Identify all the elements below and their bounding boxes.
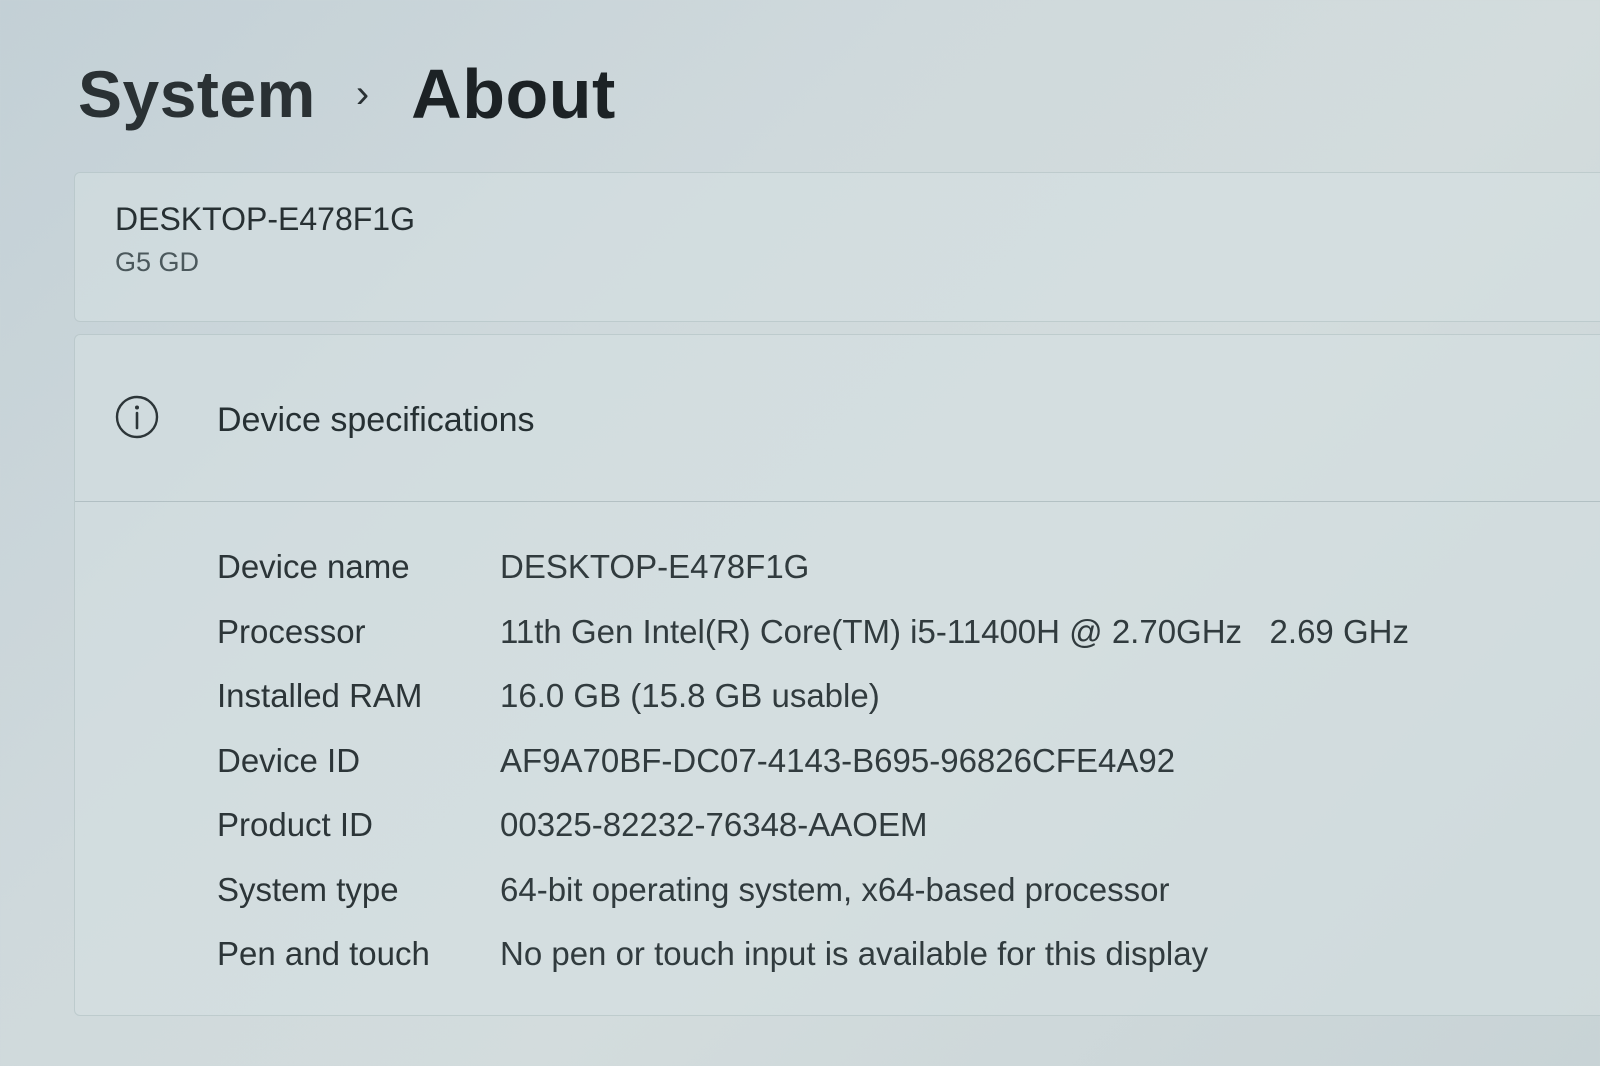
page-title: About	[411, 55, 616, 133]
spec-label: Processor	[217, 612, 366, 650]
spec-value: AF9A70BF-DC07-4143-B695-96826CFE4A92	[500, 741, 1176, 779]
device-specifications-card: Device specifications Device name DESKTO…	[74, 334, 1600, 1016]
spec-label: Product ID	[217, 806, 373, 844]
spec-value: 64-bit operating system, x64-based proce…	[500, 870, 1170, 908]
spec-value: 00325-82232-76348-AAOEM	[500, 806, 928, 844]
spec-label: Pen and touch	[217, 935, 430, 973]
spec-value: 16.0 GB (15.8 GB usable)	[500, 677, 880, 715]
spec-value: No pen or touch input is available for t…	[500, 935, 1209, 973]
breadcrumb: System › About	[78, 52, 616, 136]
spec-value: 11th Gen Intel(R) Core(TM) i5-11400H @ 2…	[500, 612, 1409, 650]
device-model: G5 GD	[115, 247, 200, 277]
spec-row-device-name: Device name DESKTOP-E478F1G	[217, 535, 1409, 600]
device-hostname: DESKTOP-E478F1G	[115, 201, 415, 237]
spec-row-pen-and-touch: Pen and touch No pen or touch input is a…	[217, 922, 1409, 987]
spec-row-device-id: Device ID AF9A70BF-DC07-4143-B695-96826C…	[217, 729, 1409, 794]
breadcrumb-system-link[interactable]: System	[78, 56, 316, 132]
spec-label: System type	[217, 870, 399, 908]
device-specifications-header[interactable]: Device specifications	[75, 335, 1600, 502]
spec-list: Device name DESKTOP-E478F1G Processor 11…	[217, 535, 1409, 987]
spec-row-processor: Processor 11th Gen Intel(R) Core(TM) i5-…	[217, 600, 1409, 665]
spec-label: Installed RAM	[217, 677, 423, 715]
info-circle-icon	[115, 395, 159, 439]
spec-row-installed-ram: Installed RAM 16.0 GB (15.8 GB usable)	[217, 664, 1409, 729]
device-specifications-title: Device specifications	[217, 401, 535, 439]
spec-row-product-id: Product ID 00325-82232-76348-AAOEM	[217, 793, 1409, 858]
spec-value: DESKTOP-E478F1G	[500, 548, 810, 586]
spec-label: Device ID	[217, 741, 361, 779]
device-name-card[interactable]: DESKTOP-E478F1G G5 GD	[74, 172, 1600, 322]
spec-row-system-type: System type 64-bit operating system, x64…	[217, 858, 1409, 923]
breadcrumb-chevron-icon: ›	[355, 71, 370, 116]
spec-label: Device name	[217, 548, 410, 586]
